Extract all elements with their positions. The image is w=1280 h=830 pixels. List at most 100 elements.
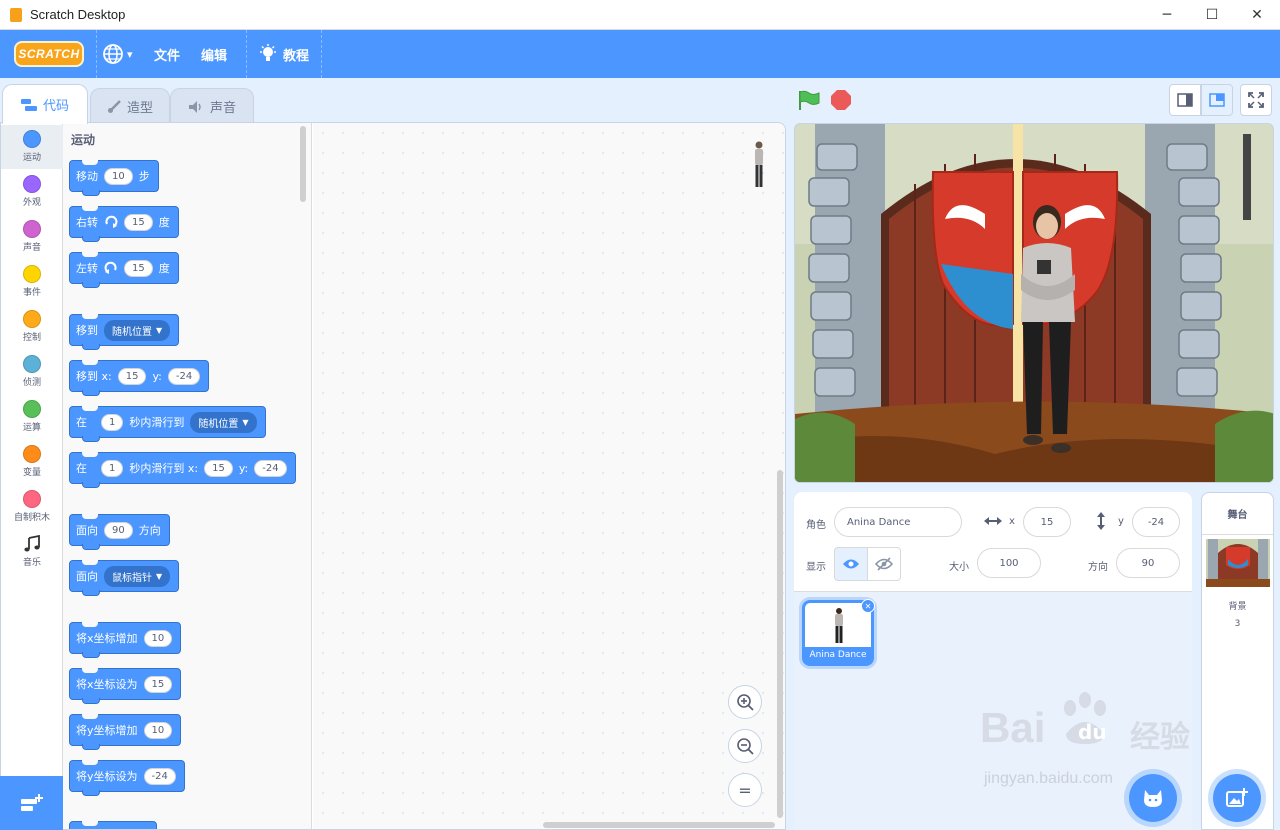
block-text: 面向 xyxy=(76,570,98,583)
choose-backdrop-button[interactable] xyxy=(1213,774,1261,822)
block-number-input[interactable]: -24 xyxy=(167,367,201,385)
block-number-input[interactable]: -24 xyxy=(254,459,287,477)
block-dropdown[interactable]: 随机位置 ▼ xyxy=(104,319,171,341)
show-sprite-button[interactable] xyxy=(834,547,868,581)
tab-sounds[interactable]: 声音 xyxy=(170,88,254,124)
maximize-button[interactable]: ☐ xyxy=(1189,0,1235,30)
workspace-horizontal-scrollbar[interactable] xyxy=(543,822,775,828)
category-label: 外观 xyxy=(22,198,41,208)
block-text: y: xyxy=(238,461,249,475)
y-position-input[interactable]: -24 xyxy=(1132,507,1180,537)
block-go-to[interactable]: 移到 随机位置 ▼ xyxy=(69,314,180,350)
block-number-input[interactable]: 90 xyxy=(104,521,133,539)
block-number-input[interactable]: 1 xyxy=(101,459,124,477)
hide-sprite-button[interactable] xyxy=(867,547,901,581)
category-music[interactable]: 音乐 xyxy=(1,530,63,574)
music-note-icon xyxy=(24,535,40,552)
block-turn-left[interactable]: 左转 15 度 xyxy=(69,252,179,288)
stop-icon[interactable] xyxy=(831,90,851,110)
block-number-input[interactable]: 10 xyxy=(104,167,133,185)
eye-slash-icon xyxy=(875,557,893,571)
block-number-input[interactable]: 15 xyxy=(204,459,233,477)
block-set-x[interactable]: 将x坐标设为 15 xyxy=(69,668,182,704)
category-motion[interactable]: 运动 xyxy=(1,125,63,169)
block-point-in-direction[interactable]: 面向 90 方向 xyxy=(69,514,170,550)
x-position-input[interactable]: 15 xyxy=(1023,507,1071,537)
block-number-input[interactable]: -24 xyxy=(143,767,176,785)
sprite-name-input[interactable]: Anina Dance xyxy=(834,507,962,537)
block-partial[interactable] xyxy=(69,821,157,829)
block-number-input[interactable]: 10 xyxy=(143,629,173,647)
block-glide-to-xy[interactable]: 在 1 秒内滑行到 x: 15 y: -24 xyxy=(69,452,296,488)
green-flag-icon[interactable] xyxy=(798,90,820,110)
zoom-out-button[interactable] xyxy=(728,729,762,763)
minimize-button[interactable]: ─ xyxy=(1144,0,1190,30)
category-variables[interactable]: 变量 xyxy=(1,440,63,484)
block-number-input[interactable]: 15 xyxy=(143,675,173,693)
horizontal-arrows-icon xyxy=(984,517,1002,525)
direction-input[interactable]: 90 xyxy=(1116,548,1180,578)
small-stage-button[interactable] xyxy=(1169,84,1201,116)
category-sound[interactable]: 声音 xyxy=(1,215,63,259)
block-number-input[interactable]: 1 xyxy=(101,413,124,431)
size-input[interactable]: 100 xyxy=(977,548,1041,578)
category-events[interactable]: 事件 xyxy=(1,260,63,304)
fullscreen-button[interactable] xyxy=(1240,84,1272,116)
sprite-thumbnail-anina-dance[interactable]: Anina Dance ✕ xyxy=(802,599,875,666)
category-operators[interactable]: 运算 xyxy=(1,395,63,439)
category-color-dot xyxy=(23,175,41,193)
block-move-steps[interactable]: 移动 10 步 xyxy=(69,160,159,196)
file-menu[interactable]: 文件 xyxy=(154,30,180,78)
stage-canvas[interactable] xyxy=(794,123,1274,483)
window-title: Scratch Desktop xyxy=(30,7,126,22)
category-label: 声音 xyxy=(22,243,41,253)
fullscreen-icon xyxy=(1248,92,1264,108)
block-glide-to[interactable]: 在 1 秒内滑行到 随机位置 ▼ xyxy=(69,406,266,442)
block-set-y[interactable]: 将y坐标设为 -24 xyxy=(69,760,185,796)
zoom-in-button[interactable] xyxy=(728,685,762,719)
close-button[interactable]: ✕ xyxy=(1234,0,1280,30)
category-my-blocks[interactable]: 自制积木 xyxy=(1,485,63,529)
chevron-down-icon: ▼ xyxy=(156,571,163,581)
scratch-logo[interactable]: SCRATCH xyxy=(14,41,84,67)
block-text: y: xyxy=(152,369,162,383)
block-number-input[interactable]: 10 xyxy=(143,721,173,739)
edit-menu[interactable]: 编辑 xyxy=(201,30,227,78)
zoom-out-icon xyxy=(737,738,754,755)
chevron-down-icon: ▾ xyxy=(127,47,133,61)
block-turn-right[interactable]: 右转 15 度 xyxy=(69,206,179,242)
y-label: y xyxy=(1118,516,1124,527)
zoom-reset-button[interactable]: = xyxy=(728,773,762,807)
block-number-input[interactable]: 15 xyxy=(124,213,153,231)
category-sensing[interactable]: 侦测 xyxy=(1,350,63,394)
block-number-input[interactable]: 15 xyxy=(124,259,153,277)
block-go-to-xy[interactable]: 移到 x: 15 y: -24 xyxy=(69,360,210,396)
block-text: 方向 xyxy=(138,524,161,537)
category-color-dot xyxy=(23,490,41,508)
add-extension-button[interactable] xyxy=(0,776,63,830)
tab-code[interactable]: 代码 xyxy=(2,84,88,124)
category-label: 自制积木 xyxy=(13,513,50,523)
block-text: 将x坐标设为 xyxy=(76,678,138,691)
block-dropdown[interactable]: 鼠标指针 ▼ xyxy=(104,565,171,587)
tab-costumes[interactable]: 造型 xyxy=(90,88,170,124)
block-change-x[interactable]: 将x坐标增加 10 xyxy=(69,622,182,658)
script-workspace[interactable] xyxy=(313,123,785,829)
block-number-input[interactable]: 15 xyxy=(117,367,147,385)
block-text: 左转 xyxy=(76,262,98,275)
category-looks[interactable]: 外观 xyxy=(1,170,63,214)
tab-costumes-label: 造型 xyxy=(126,101,153,116)
block-point-towards[interactable]: 面向 鼠标指针 ▼ xyxy=(69,560,180,596)
delete-sprite-button[interactable]: ✕ xyxy=(861,599,875,613)
category-color-dot xyxy=(23,355,41,373)
block-text: 右转 xyxy=(76,216,98,229)
palette-scrollbar[interactable] xyxy=(300,126,306,202)
category-label: 变量 xyxy=(22,468,41,478)
tutorials-menu[interactable]: 教程 xyxy=(259,30,309,78)
workspace-vertical-scrollbar[interactable] xyxy=(777,470,783,818)
block-dropdown[interactable]: 随机位置 ▼ xyxy=(190,411,257,433)
block-change-y[interactable]: 将y坐标增加 10 xyxy=(69,714,182,750)
normal-stage-button[interactable] xyxy=(1201,84,1233,116)
category-control[interactable]: 控制 xyxy=(1,305,63,349)
language-menu[interactable]: ▾ xyxy=(102,30,133,78)
